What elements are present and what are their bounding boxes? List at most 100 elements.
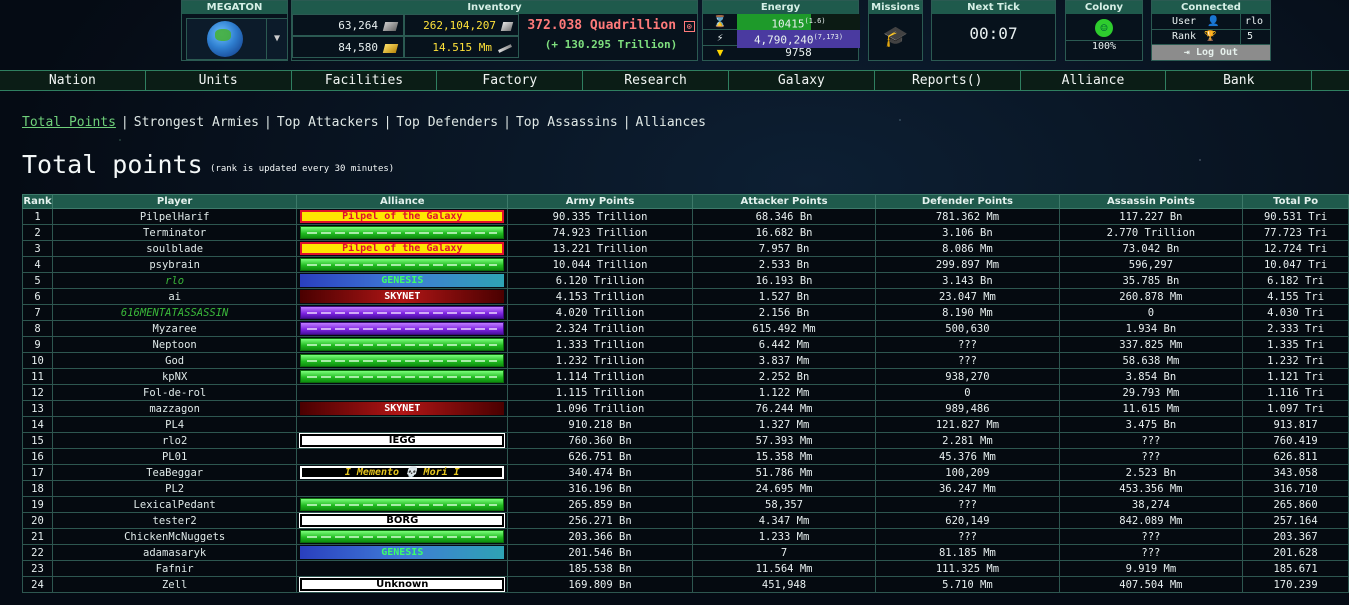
- alliance-banner[interactable]: I Memento 💀 Mori I: [300, 466, 505, 479]
- header-defender[interactable]: Defender Points: [875, 194, 1060, 209]
- alliance-cell: I Memento 💀 Mori I: [296, 464, 509, 481]
- alliance-banner[interactable]: [300, 370, 505, 383]
- header-assassin[interactable]: Assassin Points: [1058, 194, 1244, 209]
- player-link[interactable]: kpNX: [51, 368, 298, 385]
- alliance-cell: Pilpel of the Galaxy: [296, 208, 509, 225]
- alliance-banner[interactable]: Pilpel of the Galaxy: [300, 210, 505, 223]
- player-link[interactable]: 616MENTATASSASSIN: [51, 304, 298, 321]
- ranking-table-body: 1 PilpelHarif Pilpel of the Galaxy 90.335 T…: [22, 208, 1349, 593]
- missions-panel[interactable]: Missions 🎓: [868, 0, 923, 61]
- player-link[interactable]: Myzaree: [51, 320, 298, 337]
- alliance-banner[interactable]: IEGG: [299, 433, 506, 448]
- inventory-panel: Inventory 63,264 84,580 262,104,207 14.5…: [291, 0, 698, 61]
- total-points-cell: 760.419: [1242, 432, 1349, 449]
- player-link[interactable]: soulblade: [51, 240, 298, 257]
- player-link[interactable]: TeaBeggar: [51, 464, 298, 481]
- planet-image[interactable]: [186, 18, 268, 60]
- alliance-banner[interactable]: BORG: [299, 513, 506, 528]
- header-attacker[interactable]: Attacker Points: [691, 194, 877, 209]
- logout-button[interactable]: ⇥ Log Out: [1152, 45, 1270, 60]
- header-alliance[interactable]: Alliance: [296, 194, 509, 209]
- player-link[interactable]: rlo2: [51, 432, 298, 449]
- nav-factory[interactable]: Factory: [437, 71, 584, 90]
- page-title: Total points: [22, 150, 203, 179]
- player-link[interactable]: tester2: [51, 512, 298, 529]
- alliance-banner[interactable]: GENESIS: [300, 546, 505, 559]
- energy-row-1: ⌛ 10415(1.6): [703, 14, 860, 32]
- defender-points-cell: 23.047 Mm: [875, 288, 1060, 305]
- rank-cell: 16: [22, 448, 53, 465]
- alliance-banner[interactable]: [300, 354, 505, 367]
- alliance-banner[interactable]: [300, 322, 505, 335]
- assassin-points-cell: ???: [1058, 432, 1244, 449]
- rank-cell: 9: [22, 336, 53, 353]
- total-points-cell: 257.164: [1242, 512, 1349, 529]
- player-link[interactable]: Fafnir: [51, 560, 298, 577]
- total-points-cell: 2.333 Tri: [1242, 320, 1349, 337]
- player-link[interactable]: God: [51, 352, 298, 369]
- main-nav: Nation Units Facilities Factory Research…: [0, 70, 1349, 91]
- player-link[interactable]: PL2: [51, 480, 298, 497]
- total-points-cell: 6.182 Tri: [1242, 272, 1349, 289]
- alliance-banner[interactable]: [300, 226, 505, 239]
- header-rank[interactable]: Rank: [22, 194, 53, 209]
- player-link[interactable]: adamasaryk: [51, 544, 298, 561]
- ore2-value: 84,580: [338, 41, 378, 54]
- nav-galaxy[interactable]: Galaxy: [729, 71, 875, 90]
- mm-cell: 14.515 Mm: [404, 36, 519, 58]
- header-army[interactable]: Army Points: [507, 194, 693, 209]
- alliance-banner[interactable]: [300, 338, 505, 351]
- rank-cell: 17: [22, 464, 53, 481]
- subnav-total-points[interactable]: Total Points: [22, 115, 116, 130]
- alliance-banner[interactable]: [300, 530, 505, 543]
- graduation-cap-icon[interactable]: 🎓: [869, 14, 922, 58]
- nav-alliance[interactable]: Alliance: [1021, 71, 1167, 90]
- attacker-points-cell: 24.695 Mm: [691, 480, 877, 497]
- player-link[interactable]: PL4: [51, 416, 298, 433]
- alliance-cell: [296, 304, 509, 321]
- attacker-points-cell: 1.233 Mm: [691, 528, 877, 545]
- alliance-banner[interactable]: GENESIS: [300, 274, 505, 287]
- rank-cell: 10: [22, 352, 53, 369]
- player-link[interactable]: mazzagon: [51, 400, 298, 417]
- alliance-banner[interactable]: [300, 258, 505, 271]
- player-link[interactable]: psybrain: [51, 256, 298, 273]
- user-icon: 👤: [1207, 16, 1220, 27]
- nav-units[interactable]: Units: [146, 71, 292, 90]
- player-link[interactable]: ChickenMcNuggets: [51, 528, 298, 545]
- nav-facilities[interactable]: Facilities: [292, 71, 438, 90]
- player-link[interactable]: Fol-de-rol: [51, 384, 298, 401]
- subnav-top-defenders[interactable]: Top Defenders: [396, 115, 498, 130]
- subnav-strongest-armies[interactable]: Strongest Armies: [134, 115, 259, 130]
- player-link[interactable]: ai: [51, 288, 298, 305]
- nav-bank[interactable]: Bank: [1166, 71, 1313, 90]
- defender-points-cell: 3.106 Bn: [875, 224, 1060, 241]
- player-link[interactable]: PilpelHarif: [51, 208, 298, 225]
- user-value: rlo: [1240, 14, 1263, 29]
- player-link[interactable]: PL01: [51, 448, 298, 465]
- colony-panel[interactable]: Colony ☺ 100%: [1065, 0, 1143, 61]
- header-player[interactable]: Player: [51, 194, 298, 209]
- table-row: 10 God 1.232 Trillion 3.837 Mm??? 58.638 Mm 1…: [22, 352, 1349, 369]
- nav-nation[interactable]: Nation: [0, 71, 146, 90]
- subnav-top-attackers[interactable]: Top Attackers: [277, 115, 379, 130]
- alliance-banner[interactable]: SKYNET: [300, 290, 505, 303]
- nav-reports[interactable]: Reports(): [875, 71, 1021, 90]
- alliance-banner[interactable]: Pilpel of the Galaxy: [300, 242, 505, 255]
- alliance-banner[interactable]: SKYNET: [300, 402, 505, 415]
- player-link[interactable]: Zell: [51, 576, 298, 593]
- player-link[interactable]: Terminator: [51, 224, 298, 241]
- nav-research[interactable]: Research: [583, 71, 729, 90]
- header-total[interactable]: Total Po: [1242, 194, 1349, 209]
- alliance-banner[interactable]: Unknown: [299, 577, 506, 592]
- player-link[interactable]: LexicalPedant: [51, 496, 298, 513]
- subnav-top-assassins[interactable]: Top Assassins: [516, 115, 618, 130]
- player-link[interactable]: rlo: [51, 272, 298, 289]
- energy-value-1: 10415: [771, 17, 805, 31]
- subnav-alliances[interactable]: Alliances: [636, 115, 706, 130]
- alliance-banner[interactable]: [300, 498, 505, 511]
- table-row: 24 Zell Unknown 169.809 Bn 451,948 5.710 Mm 40…: [22, 576, 1349, 593]
- alliance-banner[interactable]: [300, 306, 505, 319]
- player-link[interactable]: Neptoon: [51, 336, 298, 353]
- planet-dropdown-button[interactable]: ▼: [266, 18, 288, 60]
